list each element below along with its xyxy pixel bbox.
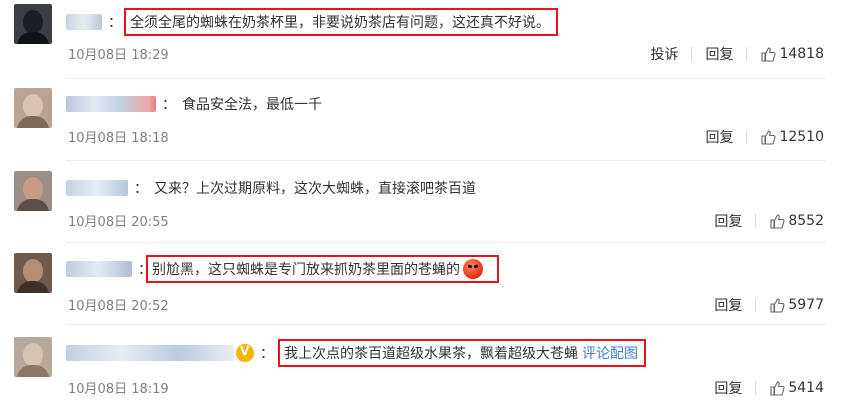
- like-count: 8552: [788, 213, 824, 229]
- comment-item: ： 食品安全法，最低一千 10月08日 18:18 回复 12510: [0, 79, 842, 160]
- thumbs-up-icon: [770, 214, 785, 229]
- comment-timestamp: 10月08日 20:52: [68, 299, 169, 314]
- name-colon: ：: [162, 97, 176, 113]
- like-count: 12510: [779, 129, 824, 145]
- comment-item: ： 我上次点的茶百道超级水果茶，飘着超级大苍蝇 评论配图 10月08日 18:1…: [0, 325, 842, 406]
- like-count: 5414: [788, 380, 824, 396]
- comment-actions: 回复 12510: [705, 127, 824, 147]
- comment-actions: 回复 5977: [714, 295, 824, 315]
- like-button[interactable]: 14818: [760, 46, 824, 62]
- comment-item: ： 又来？上次过期原料，这次大蜘蛛，直接滚吧茶百道 10月08日 20:55 回…: [0, 161, 842, 242]
- like-count: 5977: [788, 297, 824, 313]
- comment-text: 食品安全法，最低一千: [182, 97, 322, 113]
- thumbs-up-icon: [761, 130, 776, 145]
- like-button[interactable]: 8552: [769, 213, 824, 229]
- like-button[interactable]: 5414: [769, 380, 824, 396]
- comment-actions: 投诉 回复 14818: [650, 44, 824, 64]
- comment-image-link[interactable]: 评论配图: [582, 343, 638, 363]
- comment-text: 全须全尾的蜘蛛在奶茶杯里，非要说奶茶店有问题，这还真不好说。: [130, 15, 550, 31]
- like-count: 14818: [779, 46, 824, 62]
- comment-text: 我上次点的茶百道超级水果茶，飘着超级大苍蝇: [284, 346, 578, 362]
- avatar[interactable]: [14, 253, 52, 293]
- highlight-box: 我上次点的茶百道超级水果茶，飘着超级大苍蝇 评论配图: [278, 339, 646, 367]
- username-blurred[interactable]: [66, 96, 156, 112]
- divider: [691, 47, 693, 61]
- divider: [755, 214, 757, 228]
- divider: [746, 130, 748, 144]
- highlight-box: 别尬黑，这只蜘蛛是专门放来抓奶茶里面的苍蝇的: [146, 255, 499, 283]
- thumbs-up-icon: [770, 381, 785, 396]
- reply-button[interactable]: 回复: [714, 211, 742, 231]
- username-blurred[interactable]: [66, 345, 234, 361]
- vip-badge-icon: [236, 344, 254, 362]
- like-button[interactable]: 5977: [769, 297, 824, 313]
- avatar[interactable]: [14, 4, 52, 44]
- name-colon: ：: [134, 181, 148, 197]
- divider: [755, 381, 757, 395]
- comment-item: ： 别尬黑，这只蜘蛛是专门放来抓奶茶里面的苍蝇的 10月08日 20:52 回复…: [0, 243, 842, 324]
- username-blurred[interactable]: [66, 261, 132, 277]
- comment-timestamp: 10月08日 18:18: [68, 131, 169, 146]
- comment-timestamp: 10月08日 20:55: [68, 215, 169, 230]
- comment-timestamp: 10月08日 18:29: [68, 48, 169, 63]
- avatar[interactable]: [14, 88, 52, 128]
- name-colon: ：: [260, 346, 274, 362]
- reply-button[interactable]: 回复: [714, 378, 742, 398]
- comment-item: ： 全须全尾的蜘蛛在奶茶杯里，非要说奶茶店有问题，这还真不好说。 10月08日 …: [0, 0, 842, 81]
- comment-text: 又来？上次过期原料，这次大蜘蛛，直接滚吧茶百道: [154, 181, 476, 197]
- divider: [755, 298, 757, 312]
- angry-face-emoji: [463, 259, 483, 279]
- reply-button[interactable]: 回复: [714, 295, 742, 315]
- avatar[interactable]: [14, 337, 52, 377]
- thumbs-up-icon: [770, 298, 785, 313]
- username-blurred[interactable]: [66, 14, 102, 30]
- avatar[interactable]: [14, 171, 52, 211]
- comment-text: 别尬黑，这只蜘蛛是专门放来抓奶茶里面的苍蝇的: [152, 262, 460, 278]
- username-blurred[interactable]: [66, 180, 128, 196]
- reply-button[interactable]: 回复: [705, 44, 733, 64]
- comment-timestamp: 10月08日 18:19: [68, 382, 169, 397]
- divider: [746, 47, 748, 61]
- report-button[interactable]: 投诉: [650, 44, 678, 64]
- like-button[interactable]: 12510: [760, 129, 824, 145]
- name-colon: ：: [108, 15, 122, 31]
- highlight-box: 全须全尾的蜘蛛在奶茶杯里，非要说奶茶店有问题，这还真不好说。: [124, 8, 558, 36]
- reply-button[interactable]: 回复: [705, 127, 733, 147]
- comment-actions: 回复 8552: [714, 211, 824, 231]
- comment-actions: 回复 5414: [714, 378, 824, 398]
- thumbs-up-icon: [761, 47, 776, 62]
